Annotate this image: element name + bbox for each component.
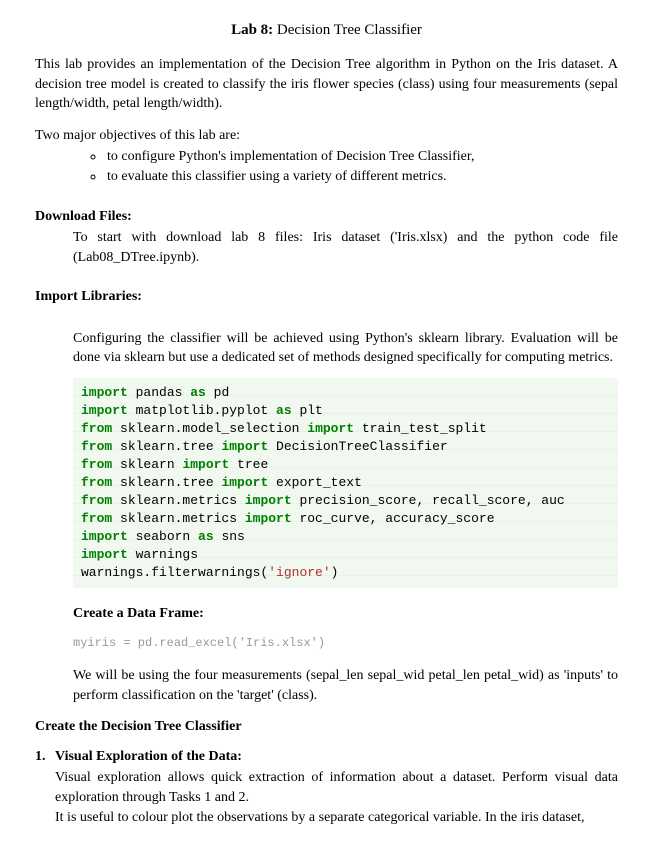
- create-df-text: We will be using the four measurements (…: [73, 666, 618, 705]
- import-heading: Import Libraries:: [35, 287, 618, 307]
- intro-paragraph: This lab provides an implementation of t…: [35, 55, 618, 114]
- item-number: 1.: [35, 747, 55, 767]
- create-df-code: myiris = pd.read_excel('Iris.xlsx'): [73, 635, 618, 652]
- title-label: Lab 8:: [231, 22, 273, 38]
- download-text-line2: (Lab08_DTree.ipynb).: [73, 248, 618, 268]
- objectives-intro: Two major objectives of this lab are:: [35, 126, 618, 146]
- visual-title: Visual Exploration of the Data:: [55, 749, 242, 764]
- document-title: Lab 8: Decision Tree Classifier: [35, 20, 618, 41]
- objective-item: to configure Python's implementation of …: [105, 147, 618, 167]
- create-df-heading: Create a Data Frame:: [73, 604, 618, 624]
- numbered-item: 1. Visual Exploration of the Data:: [35, 747, 618, 767]
- visual-body-1: Visual exploration allows quick extracti…: [55, 768, 618, 807]
- title-name: Decision Tree Classifier: [277, 22, 422, 38]
- import-text: Configuring the classifier will be achie…: [73, 329, 618, 368]
- objective-item: to evaluate this classifier using a vari…: [105, 167, 618, 187]
- download-text-line1: To start with download lab 8 files: Iris…: [73, 228, 618, 248]
- visual-body-2: It is useful to colour plot the observat…: [55, 808, 618, 828]
- objectives-list: to configure Python's implementation of …: [35, 147, 618, 186]
- download-heading: Download Files:: [35, 207, 618, 227]
- code-block: import pandas as pd import matplotlib.py…: [73, 378, 618, 588]
- create-classifier-heading: Create the Decision Tree Classifier: [35, 717, 618, 737]
